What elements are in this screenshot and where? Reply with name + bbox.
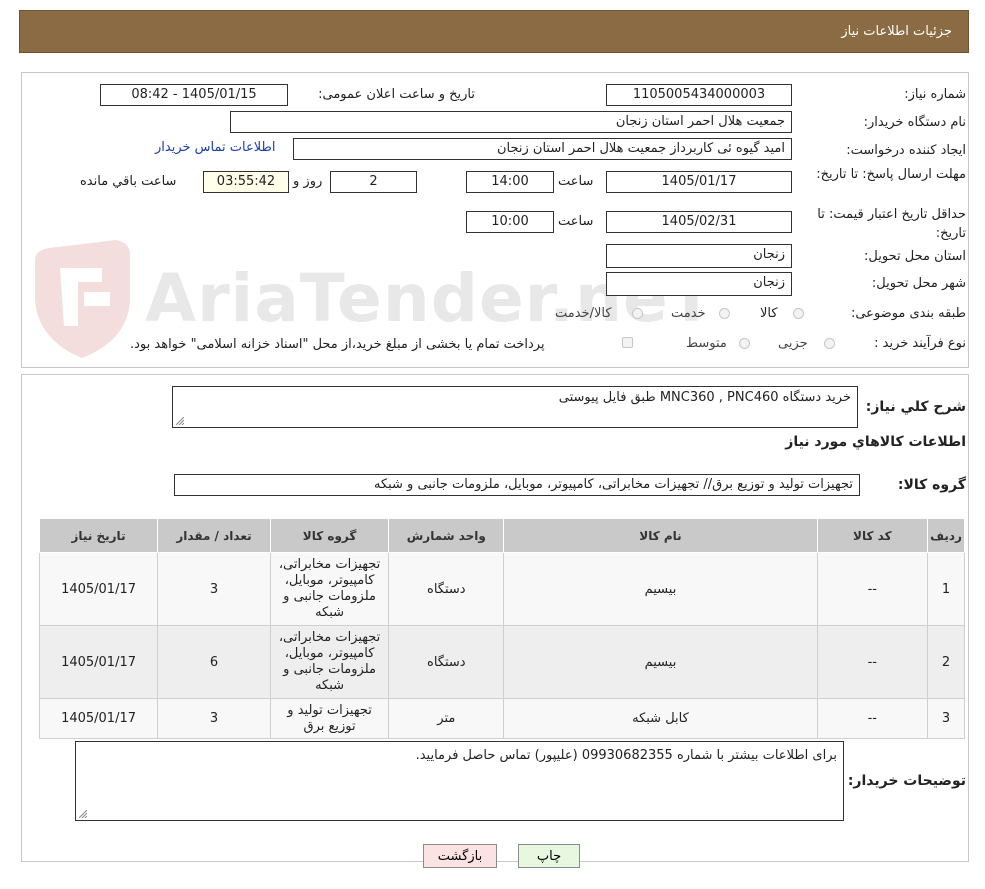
- province-label: استان محل تحویل:: [864, 249, 966, 264]
- cell-quantity: 6: [157, 625, 271, 699]
- description-field: خرید دستگاه MNC360 , PNC460 طبق فایل پیو…: [172, 386, 858, 428]
- back-button[interactable]: بازگشت: [423, 844, 497, 868]
- table-row: 2 -- بیسیم دستگاه تجهیزات مخابراتی، کامپ…: [38, 625, 965, 699]
- resize-grip-icon[interactable]: [176, 417, 184, 425]
- buyer-notes-label: توضیحات خریدار:: [847, 773, 966, 789]
- remaining-label: ساعت باقي مانده: [80, 174, 177, 189]
- creator-label: ایجاد کننده درخواست:: [846, 143, 966, 158]
- table-row: 1 -- بیسیم دستگاه تجهیزات مخابراتی، کامپ…: [38, 552, 965, 626]
- days-label: روز و: [293, 174, 323, 189]
- cell-quantity: 3: [157, 698, 271, 739]
- goods-group-label: گروه كالا:: [897, 477, 966, 493]
- validity-hour-label: ساعت: [558, 214, 594, 229]
- process-radio-small[interactable]: [824, 338, 835, 349]
- col-quantity: تعداد / مقدار: [157, 518, 271, 553]
- table-row: 3 -- کابل شبکه متر تجهیزات تولید و توزیع…: [38, 698, 965, 739]
- need-number-label: شماره نیاز:: [904, 87, 966, 102]
- cell-goods-group: تجهیزات تولید و توزیع برق: [269, 698, 390, 739]
- remaining-time-field: 03:55:42: [203, 171, 289, 193]
- validity-label: حداقل تاریخ اعتبار قیمت: تا تاریخ:: [817, 207, 966, 241]
- cell-row-number: 1: [927, 552, 965, 626]
- need-number-field: 1105005434000003: [606, 84, 792, 106]
- col-goods-name: نام کالا: [503, 518, 818, 553]
- cell-unit: دستگاه: [388, 552, 505, 626]
- process-option-small: جزیی: [778, 336, 808, 351]
- items-table: رديف کد کالا نام کالا واحد شمارش گروه کا…: [38, 518, 965, 739]
- deadline-hour-label: ساعت: [558, 174, 594, 189]
- buyer-notes-text: برای اطلاعات بیشتر با شماره 09930682355 …: [415, 748, 837, 763]
- cell-goods-group: تجهیزات مخابراتی، کامپیوتر، موبایل، ملزو…: [269, 552, 390, 626]
- buyer-notes-field: برای اطلاعات بیشتر با شماره 09930682355 …: [75, 741, 844, 821]
- category-option-service: خدمت: [671, 306, 706, 321]
- description-text: خرید دستگاه MNC360 , PNC460 طبق فایل پیو…: [558, 390, 851, 405]
- cell-goods-code: --: [816, 625, 929, 699]
- process-label: نوع فرآیند خرید :: [874, 336, 966, 351]
- cell-need-date: 1405/01/17: [38, 552, 159, 626]
- treasury-note: پرداخت تمام یا بخشی از مبلغ خرید،از محل …: [130, 337, 545, 352]
- buyer-contact-link[interactable]: اطلاعات تماس خریدار: [155, 140, 275, 155]
- days-field: 2: [330, 171, 417, 193]
- goods-info-title: اطلاعات كالاهاي مورد نياز: [785, 434, 966, 450]
- table-header-row: رديف کد کالا نام کالا واحد شمارش گروه کا…: [38, 518, 965, 553]
- col-need-date: تاریخ نیاز: [38, 518, 159, 553]
- category-option-goods: کالا: [760, 306, 778, 321]
- resize-grip-icon[interactable]: [79, 810, 87, 818]
- cell-goods-name: بیسیم: [503, 625, 818, 699]
- cell-goods-code: --: [816, 552, 929, 626]
- treasury-checkbox[interactable]: [622, 337, 633, 348]
- cell-row-number: 3: [927, 698, 965, 739]
- goods-group-field: تجهیزات تولید و توزیع برق// تجهیزات مخاب…: [174, 474, 860, 496]
- description-label: شرح كلي نياز:: [865, 399, 966, 415]
- creator-field: امید گیوه ئی کاربرداز جمعیت هلال احمر اس…: [293, 138, 792, 160]
- deadline-time-field: 14:00: [466, 171, 554, 193]
- process-radio-medium[interactable]: [739, 338, 750, 349]
- cell-goods-code: --: [816, 698, 929, 739]
- category-radio-both[interactable]: [632, 308, 643, 319]
- cell-goods-name: کابل شبکه: [503, 698, 818, 739]
- col-goods-code: کد کالا: [816, 518, 929, 553]
- province-field: زنجان: [606, 244, 792, 268]
- category-option-both: کالا/خدمت: [555, 306, 612, 321]
- city-field: زنجان: [606, 272, 792, 296]
- cell-need-date: 1405/01/17: [38, 625, 159, 699]
- print-button[interactable]: چاپ: [518, 844, 580, 868]
- cell-quantity: 3: [157, 552, 271, 626]
- announce-label: تاریخ و ساعت اعلان عمومی:: [318, 87, 475, 102]
- buyer-org-field: جمعیت هلال احمر استان زنجان: [230, 111, 792, 133]
- deadline-label: مهلت ارسال پاسخ: تا تاریخ:: [816, 167, 966, 182]
- col-unit: واحد شمارش: [388, 518, 505, 553]
- cell-unit: متر: [388, 698, 505, 739]
- col-row-number: رديف: [927, 518, 965, 553]
- cell-goods-name: بیسیم: [503, 552, 818, 626]
- process-option-medium: متوسط: [686, 336, 727, 351]
- city-label: شهر محل تحویل:: [871, 276, 966, 291]
- category-label: طبقه بندی موضوعی:: [850, 306, 966, 321]
- category-radio-goods[interactable]: [793, 308, 804, 319]
- validity-date-field: 1405/02/31: [606, 211, 792, 233]
- announce-field: 1405/01/15 - 08:42: [100, 84, 288, 106]
- page-header: جزئیات اطلاعات نیاز: [19, 10, 969, 53]
- category-radio-service[interactable]: [719, 308, 730, 319]
- buyer-org-label: نام دستگاه خریدار:: [863, 115, 966, 130]
- validity-time-field: 10:00: [466, 211, 554, 233]
- col-goods-group: گروه کالا: [269, 518, 390, 553]
- deadline-date-field: 1405/01/17: [606, 171, 792, 193]
- page-title: جزئیات اطلاعات نیاز: [841, 24, 952, 39]
- cell-unit: دستگاه: [388, 625, 505, 699]
- cell-need-date: 1405/01/17: [38, 698, 159, 739]
- cell-goods-group: تجهیزات مخابراتی، کامپیوتر، موبایل، ملزو…: [269, 625, 390, 699]
- cell-row-number: 2: [927, 625, 965, 699]
